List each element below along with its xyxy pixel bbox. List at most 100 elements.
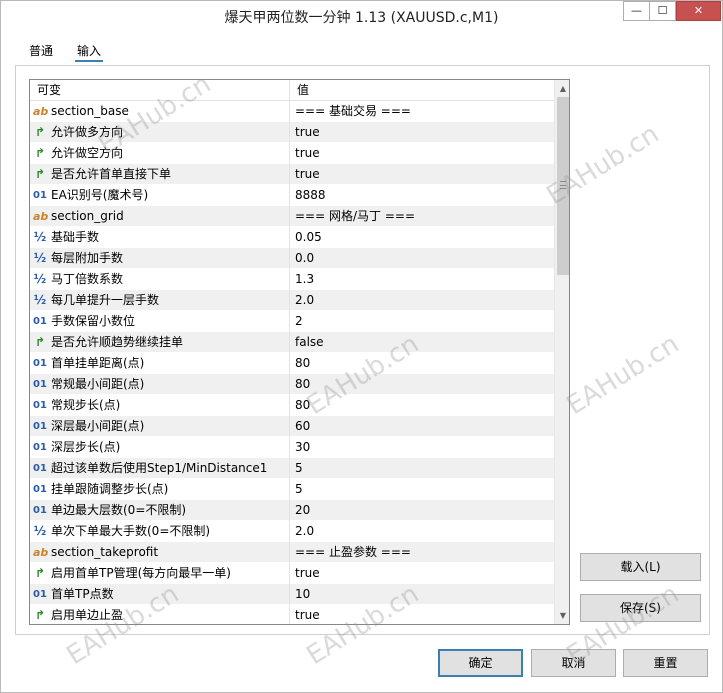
table-row[interactable]: 01 深层步长(点) 30 bbox=[30, 437, 554, 458]
table-row[interactable]: 01 单边最大层数(0=不限制) 20 bbox=[30, 500, 554, 521]
table-row[interactable]: 01 挂单跟随调整步长(点) 5 bbox=[30, 479, 554, 500]
table-row[interactable]: 01 深层最小间距(点) 60 bbox=[30, 416, 554, 437]
value-cell[interactable]: === 止盈参数 === bbox=[290, 542, 554, 563]
value-cell[interactable]: true bbox=[290, 122, 554, 143]
table-row[interactable]: 01 常规步长(点) 80 bbox=[30, 395, 554, 416]
value-cell[interactable]: false bbox=[290, 332, 554, 353]
value-cell[interactable]: 0.05 bbox=[290, 227, 554, 248]
load-button[interactable]: 载入(L) bbox=[580, 553, 701, 581]
table-row[interactable]: 01 首单TP点数 10 bbox=[30, 584, 554, 605]
variable-cell[interactable]: 01 单边最大层数(0=不限制) bbox=[30, 500, 290, 521]
variable-cell[interactable]: ab section_grid bbox=[30, 206, 290, 227]
scroll-down-arrow-icon[interactable]: ▼ bbox=[555, 607, 569, 624]
table-row[interactable]: ab section_grid === 网格/马丁 === bbox=[30, 206, 554, 227]
tab-common[interactable]: 普通 bbox=[29, 42, 53, 64]
integer-type-icon: 01 bbox=[33, 442, 47, 453]
value-cell[interactable]: true bbox=[290, 563, 554, 584]
variable-cell[interactable]: 01 EA识别号(魔术号) bbox=[30, 185, 290, 206]
value-cell[interactable]: 2 bbox=[290, 311, 554, 332]
table-row[interactable]: ↱ 是否允许首单直接下单 true bbox=[30, 164, 554, 185]
column-header-value[interactable]: 值 bbox=[290, 80, 554, 101]
variable-cell[interactable]: ½ 基础手数 bbox=[30, 227, 290, 248]
value-cell[interactable]: 80 bbox=[290, 374, 554, 395]
table-row[interactable]: ↱ 允许做多方向 true bbox=[30, 122, 554, 143]
active-tab-indicator bbox=[75, 60, 104, 62]
variable-cell[interactable]: 01 首单挂单距离(点) bbox=[30, 353, 290, 374]
save-button[interactable]: 保存(S) bbox=[580, 594, 701, 622]
value-cell[interactable]: true bbox=[290, 143, 554, 164]
value-cell[interactable]: 0.0 bbox=[290, 248, 554, 269]
value-cell[interactable]: 80 bbox=[290, 395, 554, 416]
value-cell[interactable]: === 基础交易 === bbox=[290, 101, 554, 122]
table-row[interactable]: ↱ 是否允许顺趋势继续挂单 false bbox=[30, 332, 554, 353]
table-row[interactable]: 01 常规最小间距(点) 80 bbox=[30, 374, 554, 395]
variable-cell[interactable]: ½ 每几单提升一层手数 bbox=[30, 290, 290, 311]
boolean-type-icon: ↱ bbox=[34, 125, 46, 139]
variable-cell[interactable]: ½ 单次下单最大手数(0=不限制) bbox=[30, 521, 290, 542]
variable-name: 常规最小间距(点) bbox=[51, 377, 145, 391]
variable-cell[interactable]: 01 常规最小间距(点) bbox=[30, 374, 290, 395]
table-row[interactable]: ↱ 允许做空方向 true bbox=[30, 143, 554, 164]
table-row[interactable]: ab section_takeprofit === 止盈参数 === bbox=[30, 542, 554, 563]
integer-type-icon: 01 bbox=[33, 589, 47, 600]
variable-cell[interactable]: ↱ 启用首单TP管理(每方向最早一单) bbox=[30, 563, 290, 584]
value-cell[interactable]: 30 bbox=[290, 437, 554, 458]
value-cell[interactable]: 80 bbox=[290, 353, 554, 374]
value-cell[interactable]: true bbox=[290, 164, 554, 185]
value-cell[interactable]: 60 bbox=[290, 416, 554, 437]
table-row[interactable]: ↱ 启用单边止盈 true bbox=[30, 605, 554, 624]
value-cell[interactable]: 2.0 bbox=[290, 521, 554, 542]
variable-cell[interactable]: 01 挂单跟随调整步长(点) bbox=[30, 479, 290, 500]
table-row[interactable]: 01 手数保留小数位 2 bbox=[30, 311, 554, 332]
table-row[interactable]: 01 超过该单数后使用Step1/MinDistance1 5 bbox=[30, 458, 554, 479]
table-row[interactable]: ½ 每几单提升一层手数 2.0 bbox=[30, 290, 554, 311]
variable-cell[interactable]: 01 手数保留小数位 bbox=[30, 311, 290, 332]
value-cell[interactable]: 5 bbox=[290, 479, 554, 500]
maximize-button[interactable]: ☐ bbox=[649, 1, 676, 21]
variable-cell[interactable]: 01 首单TP点数 bbox=[30, 584, 290, 605]
variable-cell[interactable]: 01 超过该单数后使用Step1/MinDistance1 bbox=[30, 458, 290, 479]
inputs-table: 可变 值 ab section_base === 基础交易 === ↱ 允许做多方向 tr… bbox=[29, 79, 570, 625]
value-cell[interactable]: true bbox=[290, 605, 554, 624]
integer-type-icon: 01 bbox=[33, 484, 47, 495]
table-row[interactable]: ½ 单次下单最大手数(0=不限制) 2.0 bbox=[30, 521, 554, 542]
table-row[interactable]: ½ 基础手数 0.05 bbox=[30, 227, 554, 248]
vertical-scrollbar[interactable]: ▲ ▼ bbox=[554, 80, 569, 624]
value-cell[interactable]: === 网格/马丁 === bbox=[290, 206, 554, 227]
scroll-up-arrow-icon[interactable]: ▲ bbox=[555, 80, 569, 97]
table-row[interactable]: 01 EA识别号(魔术号) 8888 bbox=[30, 185, 554, 206]
tab-inputs[interactable]: 输入 bbox=[75, 42, 104, 64]
tab-inputs-label: 输入 bbox=[77, 44, 102, 58]
variable-cell[interactable]: 01 常规步长(点) bbox=[30, 395, 290, 416]
table-row[interactable]: 01 首单挂单距离(点) 80 bbox=[30, 353, 554, 374]
variable-cell[interactable]: ab section_base bbox=[30, 101, 290, 122]
variable-cell[interactable]: ↱ 允许做多方向 bbox=[30, 122, 290, 143]
table-row[interactable]: ½ 每层附加手数 0.0 bbox=[30, 248, 554, 269]
variable-cell[interactable]: 01 深层步长(点) bbox=[30, 437, 290, 458]
table-row[interactable]: ↱ 启用首单TP管理(每方向最早一单) true bbox=[30, 563, 554, 584]
variable-cell[interactable]: ½ 马丁倍数系数 bbox=[30, 269, 290, 290]
close-button[interactable]: ✕ bbox=[676, 1, 721, 21]
title-bar[interactable]: 爆天甲两位数一分钟 1.13 (XAUUSD.c,M1) — ☐ ✕ bbox=[1, 1, 722, 32]
table-row[interactable]: ½ 马丁倍数系数 1.3 bbox=[30, 269, 554, 290]
variable-cell[interactable]: ab section_takeprofit bbox=[30, 542, 290, 563]
value-cell[interactable]: 10 bbox=[290, 584, 554, 605]
value-cell[interactable]: 20 bbox=[290, 500, 554, 521]
value-cell[interactable]: 1.3 bbox=[290, 269, 554, 290]
variable-cell[interactable]: ↱ 允许做空方向 bbox=[30, 143, 290, 164]
ok-button[interactable]: 确定 bbox=[438, 649, 523, 677]
value-cell[interactable]: 8888 bbox=[290, 185, 554, 206]
minimize-button[interactable]: — bbox=[623, 1, 650, 21]
variable-cell[interactable]: ½ 每层附加手数 bbox=[30, 248, 290, 269]
variable-cell[interactable]: ↱ 是否允许首单直接下单 bbox=[30, 164, 290, 185]
column-header-variable[interactable]: 可变 bbox=[30, 80, 290, 101]
value-cell[interactable]: 2.0 bbox=[290, 290, 554, 311]
variable-cell[interactable]: 01 深层最小间距(点) bbox=[30, 416, 290, 437]
table-row[interactable]: ab section_base === 基础交易 === bbox=[30, 101, 554, 122]
value-cell[interactable]: 5 bbox=[290, 458, 554, 479]
cancel-button[interactable]: 取消 bbox=[531, 649, 616, 677]
variable-cell[interactable]: ↱ 启用单边止盈 bbox=[30, 605, 290, 624]
variable-cell[interactable]: ↱ 是否允许顺趋势继续挂单 bbox=[30, 332, 290, 353]
reset-button[interactable]: 重置 bbox=[623, 649, 708, 677]
scroll-thumb[interactable] bbox=[557, 97, 569, 275]
